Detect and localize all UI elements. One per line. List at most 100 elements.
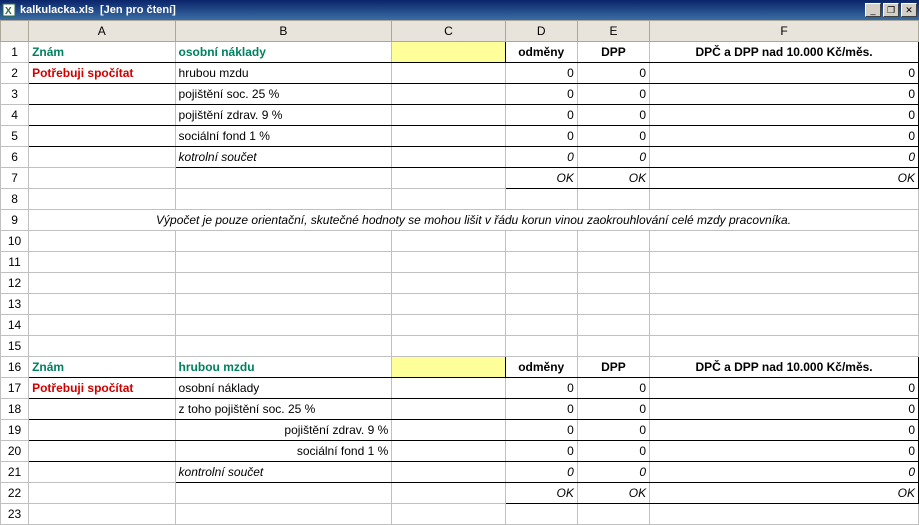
cell[interactable] <box>392 462 505 483</box>
row-header[interactable]: 17 <box>1 378 29 399</box>
input-cell[interactable] <box>392 357 505 378</box>
row-header[interactable]: 10 <box>1 231 29 252</box>
cell[interactable]: 0 <box>505 399 577 420</box>
cell[interactable]: odměny <box>505 42 577 63</box>
cell[interactable]: Znám <box>29 357 175 378</box>
row-header[interactable]: 13 <box>1 294 29 315</box>
cell[interactable]: Potřebuji spočítat <box>29 63 175 84</box>
cell[interactable]: OK <box>505 483 577 504</box>
row-header[interactable]: 23 <box>1 504 29 525</box>
cell[interactable] <box>29 126 175 147</box>
cell[interactable]: 0 <box>650 462 919 483</box>
cell[interactable]: 0 <box>650 420 919 441</box>
cell[interactable]: sociální fond 1 % <box>175 126 392 147</box>
cell[interactable] <box>175 483 392 504</box>
close-button[interactable]: ✕ <box>901 3 917 17</box>
row-header[interactable]: 12 <box>1 273 29 294</box>
row-header[interactable]: 14 <box>1 315 29 336</box>
cell[interactable]: DPP <box>577 357 649 378</box>
cell[interactable] <box>29 84 175 105</box>
cell[interactable] <box>650 231 919 252</box>
cell[interactable]: 0 <box>577 126 649 147</box>
cell[interactable] <box>29 252 175 273</box>
cell[interactable]: OK <box>577 168 649 189</box>
cell[interactable] <box>650 273 919 294</box>
cell[interactable]: 0 <box>505 126 577 147</box>
row-header[interactable]: 9 <box>1 210 29 231</box>
cell[interactable] <box>577 315 649 336</box>
worksheet-grid[interactable]: A B C D E F 1 Znám osobní náklady odměny… <box>0 20 919 517</box>
input-cell[interactable] <box>392 42 505 63</box>
cell[interactable] <box>577 273 649 294</box>
col-header-A[interactable]: A <box>29 21 175 42</box>
cell[interactable] <box>392 336 505 357</box>
row-header[interactable]: 8 <box>1 189 29 210</box>
cell[interactable] <box>505 231 577 252</box>
cell[interactable] <box>29 294 175 315</box>
row-header[interactable]: 22 <box>1 483 29 504</box>
cell[interactable] <box>577 336 649 357</box>
cell[interactable] <box>392 126 505 147</box>
col-header-C[interactable]: C <box>392 21 505 42</box>
cell[interactable] <box>29 483 175 504</box>
cell[interactable] <box>29 231 175 252</box>
row-header[interactable]: 4 <box>1 105 29 126</box>
cell[interactable]: 0 <box>650 126 919 147</box>
cell[interactable] <box>392 315 505 336</box>
cell[interactable] <box>29 462 175 483</box>
cell[interactable] <box>29 273 175 294</box>
cell[interactable] <box>175 231 392 252</box>
cell[interactable] <box>392 63 505 84</box>
cell[interactable]: odměny <box>505 357 577 378</box>
cell[interactable] <box>392 441 505 462</box>
row-header[interactable]: 19 <box>1 420 29 441</box>
cell[interactable]: 0 <box>650 441 919 462</box>
row-header[interactable]: 3 <box>1 84 29 105</box>
cell[interactable] <box>505 189 577 210</box>
cell[interactable]: 0 <box>577 105 649 126</box>
cell[interactable] <box>29 168 175 189</box>
cell[interactable]: Znám <box>29 42 175 63</box>
cell[interactable]: osobní náklady <box>175 378 392 399</box>
titlebar[interactable]: X kalkulacka.xls [Jen pro čtení] _ ❐ ✕ <box>0 0 919 20</box>
cell[interactable] <box>392 483 505 504</box>
cell[interactable]: 0 <box>577 462 649 483</box>
cell[interactable] <box>29 105 175 126</box>
row-header[interactable]: 6 <box>1 147 29 168</box>
cell[interactable] <box>505 336 577 357</box>
cell[interactable]: 0 <box>505 462 577 483</box>
cell[interactable]: hrubou mzdu <box>175 63 392 84</box>
row-header[interactable]: 1 <box>1 42 29 63</box>
select-all-corner[interactable] <box>1 21 29 42</box>
cell[interactable] <box>392 189 505 210</box>
cell[interactable] <box>577 231 649 252</box>
cell[interactable] <box>29 420 175 441</box>
row-header[interactable]: 7 <box>1 168 29 189</box>
cell[interactable] <box>650 294 919 315</box>
cell[interactable] <box>577 252 649 273</box>
cell[interactable] <box>175 294 392 315</box>
row-header[interactable]: 15 <box>1 336 29 357</box>
cell[interactable] <box>505 294 577 315</box>
cell[interactable]: OK <box>577 483 649 504</box>
cell[interactable] <box>175 504 392 525</box>
row-header[interactable]: 18 <box>1 399 29 420</box>
cell[interactable] <box>650 315 919 336</box>
cell[interactable] <box>392 294 505 315</box>
cell[interactable]: 0 <box>577 399 649 420</box>
cell[interactable] <box>175 189 392 210</box>
cell[interactable]: pojištění zdrav. 9 % <box>175 105 392 126</box>
cell[interactable] <box>577 189 649 210</box>
cell[interactable]: kotrolní součet <box>175 147 392 168</box>
cell[interactable]: pojištění soc. 25 % <box>175 84 392 105</box>
cell[interactable]: OK <box>650 483 919 504</box>
row-header[interactable]: 16 <box>1 357 29 378</box>
cell[interactable] <box>505 252 577 273</box>
cell[interactable] <box>175 168 392 189</box>
cell[interactable] <box>505 315 577 336</box>
cell[interactable] <box>29 441 175 462</box>
cell[interactable]: DPP <box>577 42 649 63</box>
cell[interactable]: 0 <box>505 378 577 399</box>
cell[interactable] <box>175 273 392 294</box>
row-header[interactable]: 11 <box>1 252 29 273</box>
